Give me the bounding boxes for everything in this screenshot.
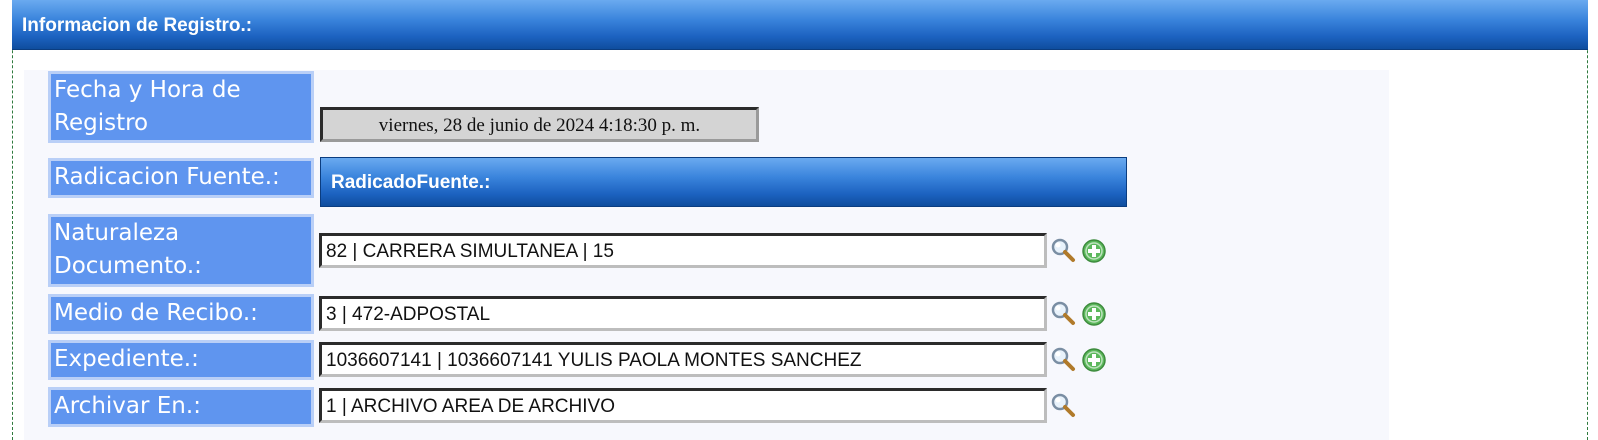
search-icon[interactable] [1050,346,1076,372]
search-icon[interactable] [1050,392,1076,418]
naturaleza-label: Naturaleza Documento.: [48,214,314,287]
add-icon[interactable] [1081,301,1107,327]
archivar-field[interactable]: 1 | ARCHIVO AREA DE ARCHIVO [319,388,1047,423]
search-icon[interactable] [1050,237,1076,263]
expediente-label: Expediente.: [48,340,314,380]
add-icon[interactable] [1081,238,1107,264]
radicado-fuente-header: RadicadoFuente.: [320,157,1127,207]
section-title: Informacion de Registro.: [22,15,253,36]
section-header: Informacion de Registro.: [12,0,1588,50]
archivar-label: Archivar En.: [48,387,314,427]
naturaleza-field[interactable]: 82 | CARRERA SIMULTANEA | 15 [319,233,1047,268]
medio-field[interactable]: 3 | 472-ADPOSTAL [319,296,1047,331]
add-icon[interactable] [1081,347,1107,373]
fecha-label: Fecha y Hora de Registro [48,71,314,143]
expediente-field[interactable]: 1036607141 | 1036607141 YULIS PAOLA MONT… [319,342,1047,377]
radicado-fuente-title: RadicadoFuente.: [331,172,491,193]
radicacion-label: Radicacion Fuente.: [48,158,314,198]
search-icon[interactable] [1050,300,1076,326]
fecha-value: viernes, 28 de junio de 2024 4:18:30 p. … [320,107,759,142]
medio-label: Medio de Recibo.: [48,294,314,334]
